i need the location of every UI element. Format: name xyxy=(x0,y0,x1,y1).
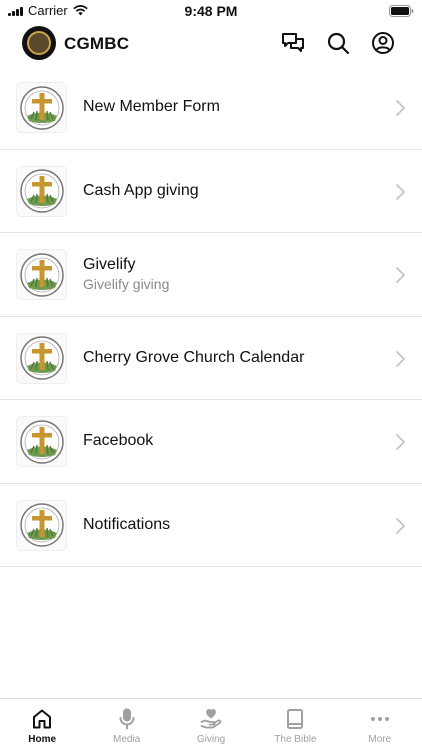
app-logo[interactable] xyxy=(22,26,56,60)
tab-label: The Bible xyxy=(274,734,317,745)
list-item-title: New Member Form xyxy=(83,98,220,116)
book-icon xyxy=(287,709,304,729)
tab-label: Giving xyxy=(196,734,226,745)
church-logo-thumbnail xyxy=(16,249,67,300)
chevron-right-icon xyxy=(396,267,405,283)
status-time: 9:48 PM xyxy=(184,3,238,19)
list-item[interactable]: New Member Form xyxy=(0,66,422,150)
chevron-right-icon xyxy=(396,350,405,367)
list-item-title: Givelify xyxy=(83,256,136,274)
tab-label: More xyxy=(368,734,392,745)
tab-home[interactable]: Home xyxy=(0,699,84,750)
church-logo-thumbnail xyxy=(16,499,67,551)
app-title: CGMBC xyxy=(64,34,130,53)
list-item-title: Cherry Grove Church Calendar xyxy=(83,348,305,366)
tab-bar: Home Media Giving The Bible More xyxy=(0,698,422,750)
list-item[interactable]: Givelify Givelify giving xyxy=(0,233,422,317)
home-icon xyxy=(33,709,52,729)
status-bar: Carrier 9:48 PM xyxy=(0,0,422,22)
chat-icon[interactable] xyxy=(280,30,306,56)
list-item-subtitle: Givelify giving xyxy=(83,276,170,293)
battery-icon xyxy=(389,4,414,22)
tab-the-bible[interactable]: The Bible xyxy=(253,699,337,750)
tab-more[interactable]: More xyxy=(338,699,422,750)
account-icon[interactable] xyxy=(370,30,396,56)
tab-label: Home xyxy=(28,734,57,745)
tab-giving[interactable]: Giving xyxy=(169,699,253,750)
giving-hand-icon xyxy=(200,709,222,729)
list-item-title: Facebook xyxy=(83,432,154,450)
tab-label: Media xyxy=(112,734,141,745)
chevron-right-icon xyxy=(396,183,405,200)
app-header: CGMBC xyxy=(0,22,422,66)
search-icon[interactable] xyxy=(325,30,351,56)
list-item[interactable]: Notifications xyxy=(0,484,422,567)
chevron-right-icon xyxy=(396,100,405,116)
microphone-icon xyxy=(119,708,135,730)
chevron-right-icon xyxy=(396,517,405,534)
list-item[interactable]: Cherry Grove Church Calendar xyxy=(0,317,422,400)
tab-media[interactable]: Media xyxy=(84,699,168,750)
menu-list: New Member Form Cash App giving Givelify… xyxy=(0,66,422,567)
church-logo-thumbnail xyxy=(16,332,67,384)
list-item[interactable]: Facebook xyxy=(0,400,422,484)
church-logo-thumbnail xyxy=(16,165,67,217)
church-logo-thumbnail xyxy=(16,416,67,467)
list-item[interactable]: Cash App giving xyxy=(0,150,422,233)
chevron-right-icon xyxy=(396,434,405,450)
church-logo-thumbnail xyxy=(16,82,67,133)
list-item-title: Notifications xyxy=(83,515,171,533)
list-item-title: Cash App giving xyxy=(83,181,199,199)
more-dots-icon xyxy=(370,717,389,721)
